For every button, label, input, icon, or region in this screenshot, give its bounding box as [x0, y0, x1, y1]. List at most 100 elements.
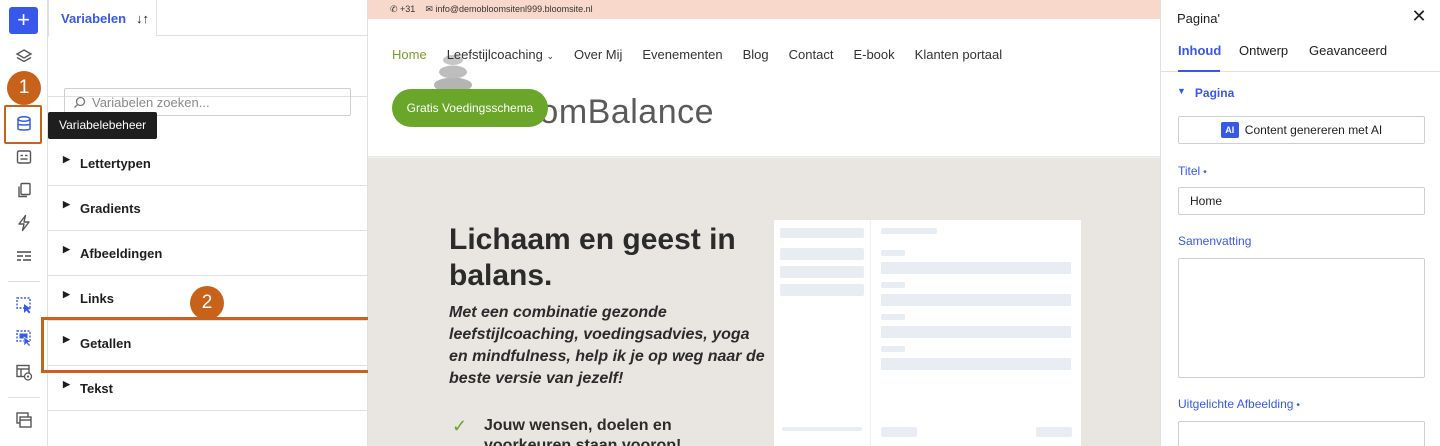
logo-text: oomBalance	[520, 93, 715, 131]
skeleton-bar	[780, 284, 864, 296]
settings-panel: Pagina' ✕ Inhoud Ontwerp Geavanceerd ▼ P…	[1160, 0, 1440, 446]
pages-icon[interactable]	[12, 178, 36, 202]
add-block-button[interactable]: +	[9, 7, 38, 34]
sort-icon[interactable]: ↓↑	[136, 11, 149, 26]
nav-link-leefstijlcoaching[interactable]: Leefstijlcoaching ⌄	[447, 47, 554, 62]
group-label: Lettertypen	[80, 155, 151, 171]
skeleton-bar	[881, 262, 1071, 274]
search-placeholder: Variabelen zoeken...	[92, 94, 210, 110]
phone-text: ✆ +31	[390, 4, 416, 14]
caret-right-icon: ▶	[63, 379, 70, 389]
variables-panel: Variabelen ↓↑ Variabelen zoeken... ▶ Lett…	[41, 0, 375, 446]
summary-label: Samenvatting	[1178, 234, 1252, 248]
hero-subtitle: Met een combinatie gezonde leefstijlcoac…	[449, 304, 765, 387]
skeleton-bar	[881, 250, 905, 256]
nav-link-ebook[interactable]: E-book	[853, 47, 894, 62]
title-label: Titel •	[1178, 164, 1207, 178]
tab-geavanceerd[interactable]: Geavanceerd	[1309, 36, 1387, 72]
select-pointer-alt-icon[interactable]	[12, 326, 36, 350]
tooltip-variabelebeheer: Variabelebeheer	[48, 112, 158, 139]
nav-link-over-mij[interactable]: Over Mij	[574, 47, 622, 62]
windows-icon[interactable]	[12, 408, 36, 432]
nav-link-home[interactable]: Home	[392, 47, 427, 62]
caret-right-icon: ▶	[63, 289, 70, 299]
hero-section: Lichaam en geest in balans. Met een comb…	[368, 158, 1160, 446]
annotation-highlight-1	[4, 105, 42, 144]
hero-title: Lichaam en geest in balans.	[449, 223, 736, 292]
skeleton-bar	[881, 427, 917, 437]
search-area: Variabelen zoeken...	[48, 36, 368, 116]
nav-link-blog[interactable]: Blog	[743, 47, 769, 62]
rail-divider	[8, 397, 40, 398]
group-label: Gradients	[80, 200, 141, 216]
page-canvas[interactable]: ✆ +31 ✉ info@demobloomsitenl999.bloomsit…	[368, 0, 1160, 446]
skeleton-bar	[780, 228, 864, 238]
nav-link-klanten-portaal[interactable]: Klanten portaal	[915, 47, 1002, 62]
title-field[interactable]: Home	[1178, 187, 1425, 215]
annotation-badge-2: 2	[190, 286, 224, 320]
group-afbeeldingen[interactable]: ▶ Afbeeldingen	[48, 231, 368, 276]
featured-image-field[interactable]	[1178, 421, 1425, 446]
site-nav: Home Leefstijlcoaching ⌄ Over Mij Evenem…	[392, 47, 1002, 62]
generate-ai-button[interactable]: AI Content genereren met AI	[1178, 116, 1425, 144]
contact-topbar: ✆ +31 ✉ info@demobloomsitenl999.bloomsit…	[368, 0, 1160, 19]
skeleton-bar	[881, 326, 1071, 338]
template-view-icon[interactable]	[12, 360, 36, 384]
group-lettertypen[interactable]: ▶ Lettertypen	[48, 141, 368, 186]
site-header: Home Leefstijlcoaching ⌄ Over Mij Evenem…	[368, 19, 1160, 157]
editor: + 1 Variabelen ↓↑ Variabelen zoeken... ▶…	[0, 0, 1440, 446]
chevron-down-icon: ⌄	[546, 51, 554, 61]
group-label: Tekst	[80, 380, 113, 396]
ai-button-label: Content genereren met AI	[1244, 123, 1383, 137]
section-label: Pagina	[1194, 86, 1235, 100]
group-label: Links	[80, 290, 114, 306]
group-gradients[interactable]: ▶ Gradients	[48, 186, 368, 231]
caret-right-icon: ▶	[63, 244, 70, 254]
tab-inhoud[interactable]: Inhoud	[1178, 36, 1221, 72]
hero-list-item: Jouw wensen, doelen en voorkeuren staan …	[484, 417, 682, 446]
cta-button[interactable]: Gratis Voedingsschema	[392, 89, 548, 127]
select-pointer-icon[interactable]	[12, 293, 36, 317]
section-pagina-toggle[interactable]: ▼ Pagina	[1177, 86, 1234, 100]
loading-skeleton	[774, 220, 1081, 446]
skeleton-bar	[881, 294, 1071, 306]
tab-ontwerp[interactable]: Ontwerp	[1239, 36, 1288, 72]
variables-tabbar: Variabelen ↓↑	[48, 0, 367, 37]
caret-right-icon: ▶	[63, 154, 70, 164]
panel-title: Pagina'	[1177, 11, 1220, 26]
annotation-highlight-2	[41, 317, 375, 373]
skeleton-bar	[881, 228, 937, 234]
annotation-badge-1: 1	[7, 71, 41, 105]
skeleton-bar	[881, 314, 905, 320]
ai-icon: AI	[1220, 122, 1239, 138]
close-icon[interactable]: ✕	[1409, 6, 1429, 27]
check-icon: ✓	[452, 416, 468, 436]
nav-link-evenementen[interactable]: Evenementen	[642, 47, 722, 62]
skeleton-bar	[1036, 427, 1072, 437]
layers-icon[interactable]	[12, 45, 36, 69]
caret-right-icon: ▶	[63, 199, 70, 209]
rail-divider	[8, 281, 40, 282]
form-icon[interactable]	[12, 145, 36, 169]
icon-rail: + 1	[0, 0, 48, 446]
skeleton-bar	[780, 248, 864, 260]
settings-tabs: Inhoud Ontwerp Geavanceerd	[1161, 36, 1440, 72]
summary-textarea[interactable]	[1178, 258, 1425, 378]
footer-layout-icon[interactable]	[12, 244, 36, 268]
tab-variables-label: Variabelen	[61, 10, 127, 26]
featured-image-label: Uitgelichte Afbeelding •	[1178, 397, 1300, 411]
caret-down-icon: ▼	[1177, 86, 1186, 96]
skeleton-bar	[881, 282, 905, 288]
email-text: ✉ info@demobloomsitenl999.bloomsite.nl	[425, 4, 593, 14]
tab-variables[interactable]: Variabelen ↓↑	[48, 0, 157, 37]
group-label: Afbeeldingen	[80, 245, 163, 261]
skeleton-bar	[780, 266, 864, 278]
required-indicator: •	[1296, 400, 1300, 411]
search-icon	[74, 96, 86, 108]
lightning-icon[interactable]	[12, 211, 36, 235]
required-indicator: •	[1203, 167, 1207, 178]
nav-link-contact[interactable]: Contact	[789, 47, 834, 62]
skeleton-bar	[881, 358, 1071, 370]
skeleton-bar	[881, 346, 905, 352]
skeleton-bar	[782, 427, 862, 431]
